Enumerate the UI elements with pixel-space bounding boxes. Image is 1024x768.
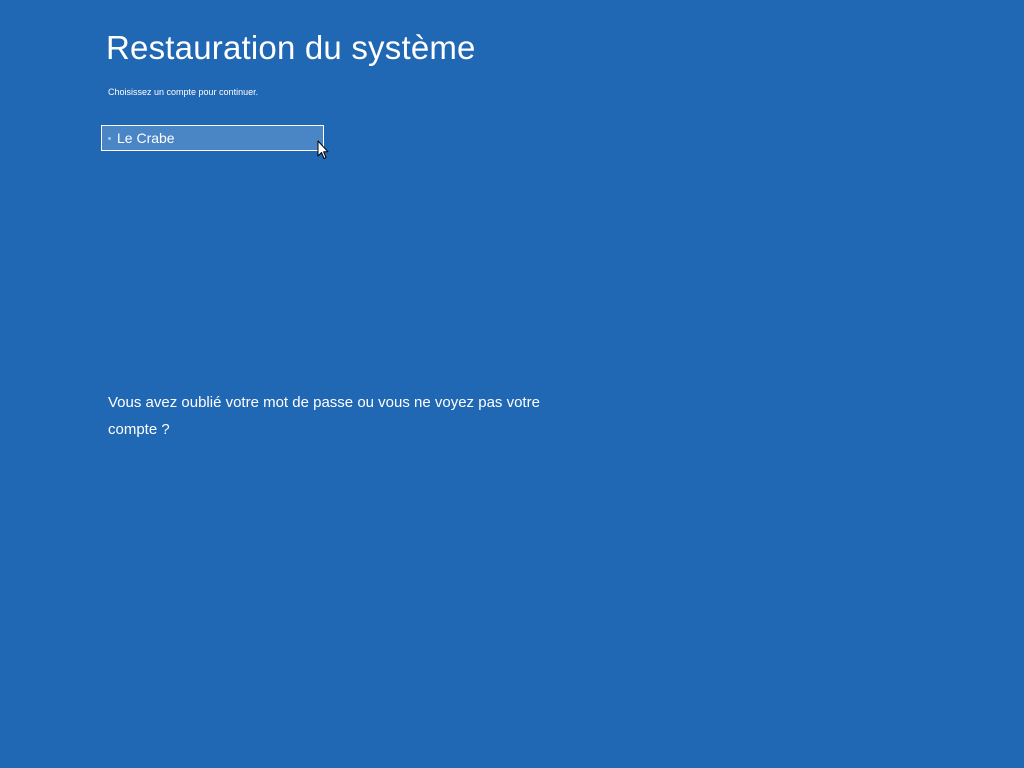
account-label: Le Crabe [117, 130, 175, 146]
page-subtitle: Choisissez un compte pour continuer. [108, 87, 259, 97]
page-title: Restauration du système [106, 29, 476, 66]
forgot-password-link[interactable]: Vous avez oublié votre mot de passe ou v… [108, 389, 558, 443]
mouse-cursor-icon [317, 140, 329, 159]
bullet-icon [108, 137, 111, 140]
account-item-le-crabe[interactable]: Le Crabe [101, 125, 324, 151]
recovery-screen: Restauration du système Choisissez un co… [0, 0, 1024, 768]
